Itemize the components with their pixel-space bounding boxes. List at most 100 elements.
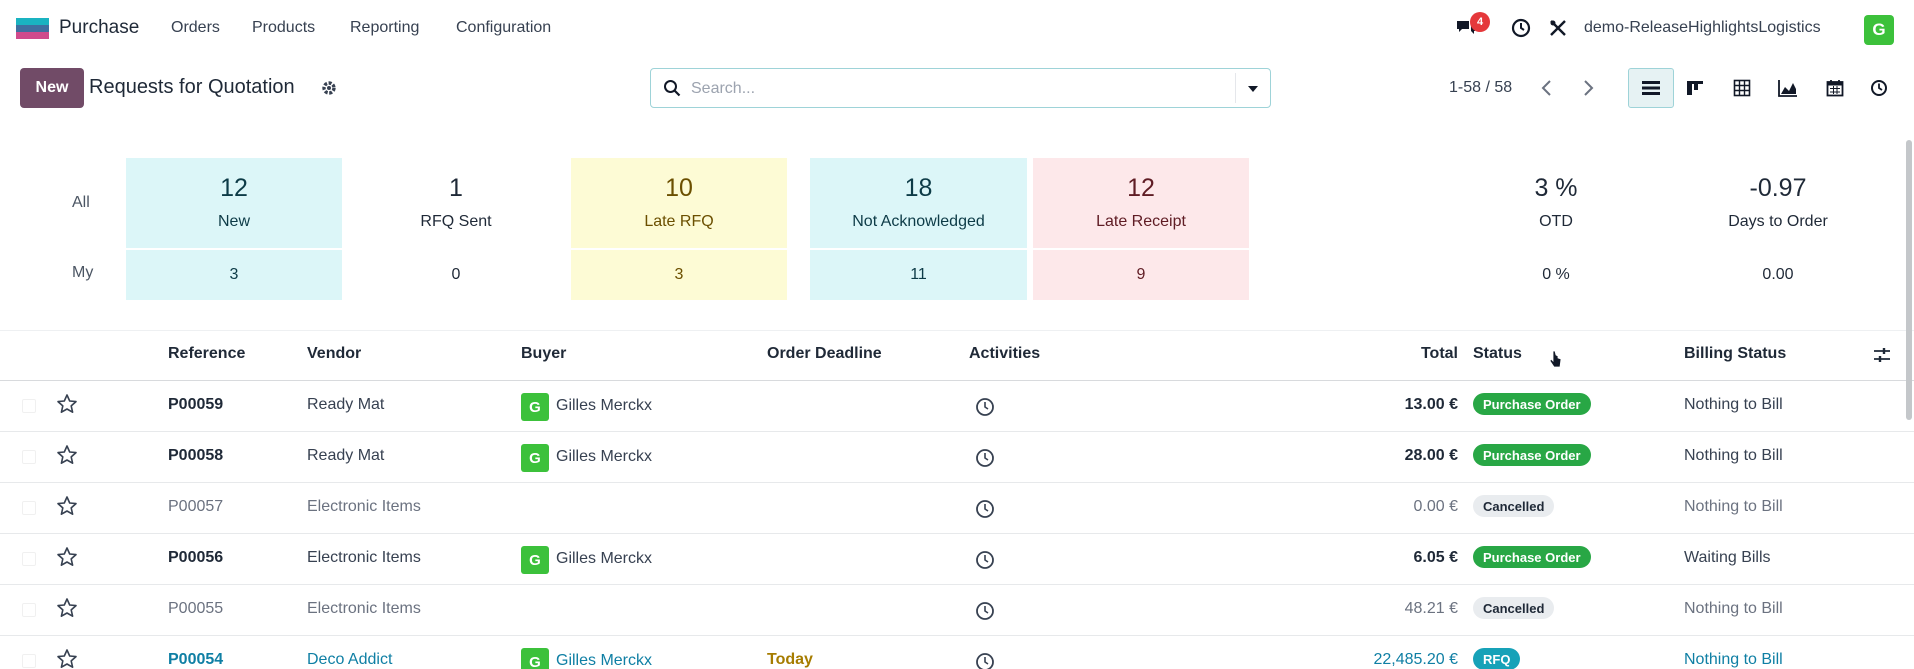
calendar-view-icon[interactable] — [1812, 68, 1858, 108]
menu-orders[interactable]: Orders — [171, 19, 220, 37]
tile-label: Late RFQ — [644, 213, 714, 230]
menu-reporting[interactable]: Reporting — [350, 19, 419, 37]
cell-reference: P00055 — [168, 600, 224, 617]
row-checkbox[interactable] — [22, 603, 36, 617]
star-icon[interactable] — [56, 648, 78, 669]
activity-clock-icon[interactable] — [975, 499, 995, 519]
pager-next-icon[interactable] — [1578, 78, 1598, 98]
column-header-order-deadline[interactable]: Order Deadline — [767, 345, 882, 363]
row-checkbox[interactable] — [22, 399, 36, 413]
search-bar[interactable] — [650, 68, 1271, 108]
vertical-scrollbar[interactable] — [1906, 140, 1912, 420]
tile-rfq-sent[interactable]: 1 RFQ Sent 0 — [350, 158, 562, 300]
table-row[interactable]: P00058 Ready Mat G Gilles Merckx 28.00 €… — [0, 432, 1914, 483]
tile-value: 18 — [904, 174, 933, 202]
table-row[interactable]: P00056 Electronic Items G Gilles Merckx … — [0, 534, 1914, 585]
menu-products[interactable]: Products — [252, 19, 315, 37]
cell-vendor: Deco Addict — [307, 651, 393, 668]
tile-new[interactable]: 12 New 3 — [126, 158, 342, 300]
tile-value: 1 — [449, 174, 463, 202]
row-checkbox[interactable] — [22, 552, 36, 566]
dashboard-my-label: My — [72, 264, 94, 281]
star-icon[interactable] — [56, 393, 78, 415]
tile-my-value[interactable]: 9 — [1033, 250, 1249, 300]
column-header-vendor[interactable]: Vendor — [307, 345, 361, 363]
row-checkbox[interactable] — [22, 501, 36, 515]
activity-clock-icon[interactable] — [975, 397, 995, 417]
activity-clock-icon[interactable] — [975, 601, 995, 621]
cell-vendor: Ready Mat — [307, 396, 385, 413]
activity-clock-icon[interactable] — [975, 448, 995, 468]
cell-billing-status: Nothing to Bill — [1684, 447, 1783, 464]
debug-tools-icon[interactable] — [1546, 16, 1570, 40]
chevron-down-icon[interactable] — [1245, 82, 1261, 94]
table-row[interactable]: P00054 Deco Addict G Gilles Merckx Today… — [0, 636, 1914, 669]
pivot-view-icon[interactable] — [1719, 68, 1765, 108]
tile-value: 12 — [1127, 174, 1155, 202]
tile-my-value: 0.00 — [1762, 266, 1794, 283]
cell-buyer: Gilles Merckx — [556, 448, 653, 465]
purchase-app-icon[interactable] — [16, 18, 49, 40]
cell-vendor: Electronic Items — [307, 549, 421, 566]
row-checkbox[interactable] — [22, 654, 36, 668]
tile-label: OTD — [1539, 213, 1573, 230]
cell-billing-status: Nothing to Bill — [1684, 396, 1783, 413]
kanban-view-icon[interactable] — [1672, 68, 1718, 108]
cell-buyer: Gilles Merckx — [556, 550, 653, 567]
tile-late-receipt[interactable]: 12 Late Receipt 9 — [1033, 158, 1249, 300]
star-icon[interactable] — [56, 546, 78, 568]
user-avatar[interactable]: G — [1864, 15, 1894, 45]
pager-value[interactable]: 1-58 / 58 — [1449, 79, 1512, 97]
activity-clock-icon[interactable] — [975, 652, 995, 669]
gear-icon[interactable] — [320, 79, 338, 97]
menu-configuration[interactable]: Configuration — [456, 19, 551, 37]
activity-clock-icon[interactable] — [975, 550, 995, 570]
tile-my-value[interactable]: 0 — [350, 250, 562, 300]
cell-reference: P00054 — [168, 651, 224, 668]
column-header-activities[interactable]: Activities — [969, 345, 1040, 363]
tile-otd: 3 % OTD 0 % — [1466, 158, 1646, 300]
cell-reference: P00057 — [168, 498, 224, 515]
column-header-buyer[interactable]: Buyer — [521, 345, 566, 363]
star-icon[interactable] — [56, 597, 78, 619]
new-button[interactable]: New — [20, 68, 84, 108]
row-checkbox[interactable] — [22, 450, 36, 464]
list-view-icon[interactable] — [1628, 68, 1674, 108]
column-header-billing-status[interactable]: Billing Status — [1684, 345, 1786, 363]
app-name[interactable]: Purchase — [59, 17, 139, 39]
cell-order-deadline: Today — [767, 651, 813, 668]
cell-vendor: Electronic Items — [307, 600, 421, 617]
cell-total: 28.00 € — [1404, 447, 1458, 464]
tile-my-value[interactable]: 3 — [126, 250, 342, 300]
buyer-avatar: G — [521, 546, 549, 574]
table-row[interactable]: P00059 Ready Mat G Gilles Merckx 13.00 €… — [0, 381, 1914, 432]
search-input[interactable] — [691, 78, 1211, 100]
cell-total: 48.21 € — [1404, 600, 1458, 617]
cell-billing-status: Nothing to Bill — [1684, 651, 1783, 668]
cell-reference: P00059 — [168, 396, 224, 413]
column-header-status[interactable]: Status — [1473, 345, 1522, 363]
column-header-total[interactable]: Total — [1421, 345, 1458, 363]
column-header-reference[interactable]: Reference — [168, 345, 245, 363]
company-switcher[interactable]: demo-ReleaseHighlightsLogistics — [1584, 19, 1821, 37]
tile-label: New — [217, 213, 250, 230]
status-badge: Cancelled — [1473, 495, 1555, 517]
cell-buyer: Gilles Merckx — [556, 652, 653, 669]
optional-columns-icon[interactable] — [1872, 345, 1892, 365]
activity-clock-icon[interactable] — [1509, 16, 1533, 40]
search-icon — [663, 79, 681, 97]
table-row[interactable]: P00055 Electronic Items 48.21 € Cancelle… — [0, 585, 1914, 636]
graph-view-icon[interactable] — [1765, 68, 1811, 108]
cell-billing-status: Nothing to Bill — [1684, 600, 1783, 617]
tile-late-rfq[interactable]: 10 Late RFQ 3 — [571, 158, 787, 300]
tile-my-value[interactable]: 3 — [571, 250, 787, 300]
pager-previous-icon[interactable] — [1537, 78, 1557, 98]
star-icon[interactable] — [56, 495, 78, 517]
tile-not-acknowledged[interactable]: 18 Not Acknowledged 11 — [810, 158, 1027, 300]
tile-my-value[interactable]: 11 — [810, 250, 1027, 300]
star-icon[interactable] — [56, 444, 78, 466]
activity-view-icon[interactable] — [1856, 68, 1902, 108]
tile-value: -0.97 — [1749, 174, 1807, 202]
tile-value: 10 — [665, 174, 693, 202]
table-row[interactable]: P00057 Electronic Items 0.00 € Cancelled… — [0, 483, 1914, 534]
